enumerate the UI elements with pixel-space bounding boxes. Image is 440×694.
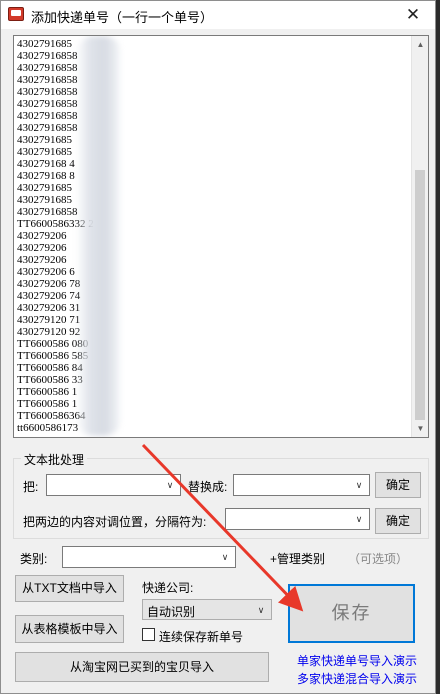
separator-combo[interactable]: ∨: [225, 508, 370, 530]
chevron-down-icon: ∨: [355, 514, 363, 524]
vertical-scrollbar[interactable]: ▲ ▼: [411, 36, 428, 437]
courier-selected-value: 自动识别: [147, 605, 196, 619]
import-taobao-button[interactable]: 从淘宝网已买到的宝贝导入: [15, 652, 269, 682]
confirm-swap-button[interactable]: 确定: [375, 508, 421, 534]
add-tracking-dialog: 添加快递单号（一行一个单号） ✕ 4302791685 43027916858 43…: [0, 0, 436, 694]
tracking-line: tt6600586173: [17, 422, 79, 434]
scroll-down-icon[interactable]: ▼: [412, 420, 428, 437]
confirm-replace-button[interactable]: 确定: [375, 472, 421, 498]
single-courier-demo-link[interactable]: 单家快递单号导入演示: [297, 652, 417, 669]
continuous-save-label: 连续保存新单号: [159, 630, 244, 644]
tracking-line: 4302791685: [17, 38, 72, 50]
optional-note: （可选项）: [348, 552, 409, 566]
tracking-number-textarea[interactable]: 4302791685 43027916858 43027916858 43027916…: [13, 35, 429, 438]
close-button[interactable]: ✕: [391, 1, 435, 29]
category-label: 类别:: [20, 552, 48, 566]
import-txt-button[interactable]: 从TXT文档中导入: [15, 575, 124, 602]
mixed-courier-demo-link[interactable]: 多家快递混合导入演示: [297, 670, 417, 687]
scroll-up-icon[interactable]: ▲: [412, 36, 428, 53]
chevron-down-icon: ∨: [355, 480, 363, 490]
courier-select[interactable]: 自动识别 ∨: [142, 599, 272, 620]
replace-with-label: 替换成:: [188, 480, 228, 494]
chevron-down-icon: ∨: [166, 480, 174, 490]
scrollbar-thumb[interactable]: [415, 170, 425, 420]
save-button[interactable]: 保存: [288, 584, 415, 643]
batch-processing-title: 文本批处理: [21, 451, 88, 468]
swap-label: 把两边的内容对调位置，分隔符为:: [23, 515, 207, 529]
privacy-blur: [76, 36, 122, 436]
manage-category-link[interactable]: +管理类别: [270, 550, 325, 567]
chevron-down-icon: ∨: [257, 605, 265, 615]
courier-label: 快递公司:: [142, 581, 194, 595]
window-title: 添加快递单号（一行一个单号）: [31, 10, 214, 25]
replace-to-combo[interactable]: ∨: [233, 474, 370, 496]
chevron-down-icon: ∨: [221, 552, 229, 562]
title-bar: 添加快递单号（一行一个单号） ✕: [1, 1, 435, 29]
replace-label: 把:: [23, 480, 39, 494]
import-template-button[interactable]: 从表格模板中导入: [15, 615, 124, 643]
app-icon: [8, 7, 24, 21]
category-combo[interactable]: ∨: [62, 546, 236, 568]
replace-from-combo[interactable]: ∨: [46, 474, 181, 496]
continuous-save-checkbox[interactable]: [142, 628, 155, 641]
